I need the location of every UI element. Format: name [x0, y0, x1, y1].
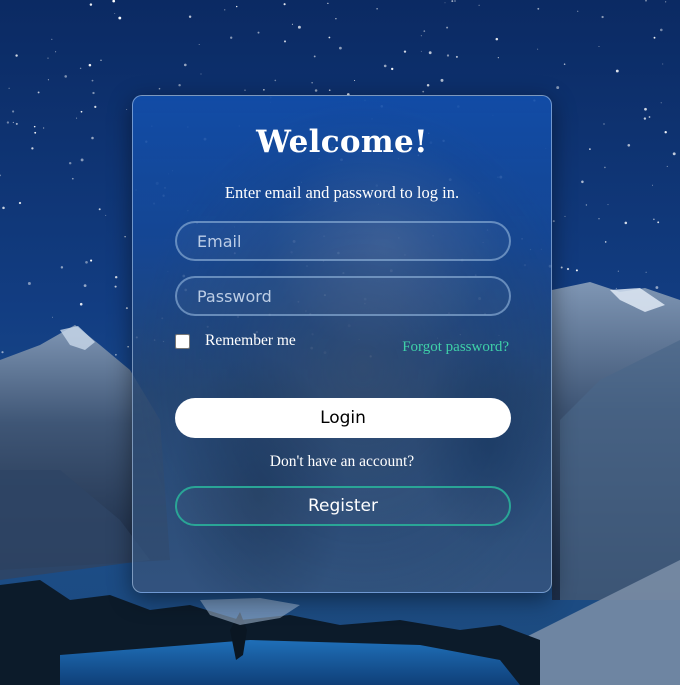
register-button[interactable]: Register	[175, 486, 511, 526]
email-input[interactable]	[175, 221, 511, 261]
remember-me-checkbox[interactable]	[175, 333, 190, 349]
login-instructions: Enter email and password to log in.	[224, 183, 460, 202]
password-input[interactable]	[175, 276, 511, 316]
no-account-text: Don't have an account?	[269, 453, 415, 470]
login-button[interactable]: Login	[175, 398, 511, 438]
remember-me-label: Remember me	[205, 332, 296, 349]
forgot-password-link[interactable]: Forgot password?	[402, 339, 509, 356]
login-card: Welcome! Enter email and password to log…	[132, 95, 552, 593]
page-title: Welcome!	[256, 124, 428, 160]
remember-me-control[interactable]: Remember me	[175, 332, 296, 350]
